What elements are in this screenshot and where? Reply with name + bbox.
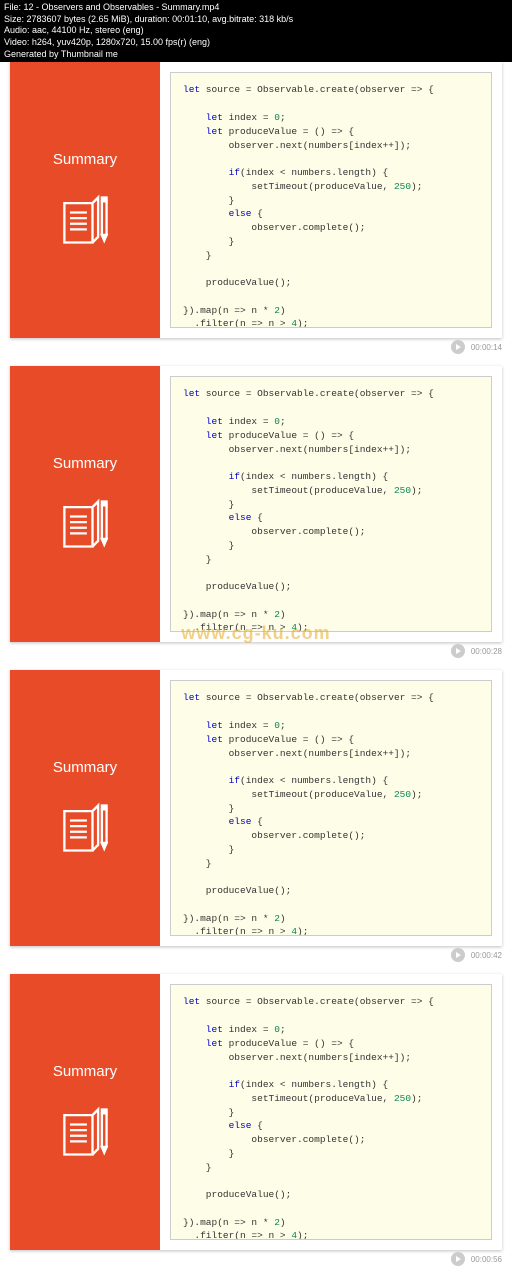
slide-right-panel: let source = Observable.create(observer …: [160, 670, 502, 946]
thumbnail-frame[interactable]: Summary let source = Observable.create(o…: [10, 62, 502, 338]
slide-title: Summary: [53, 455, 117, 472]
thumbnail-frame[interactable]: Summary let source = Observable.create(o…: [10, 670, 502, 946]
code-block: let source = Observable.create(observer …: [170, 376, 492, 632]
slide-right-panel: let source = Observable.create(observer …: [160, 974, 502, 1250]
slide-right-panel: let source = Observable.create(observer …: [160, 62, 502, 338]
notes-icon: [55, 190, 115, 250]
code-block: let source = Observable.create(observer …: [170, 680, 492, 936]
thumbnail-footer: 00:00:42: [0, 946, 512, 966]
slide-left-panel: Summary: [10, 670, 160, 946]
slide-title: Summary: [53, 151, 117, 168]
slide-left-panel: Summary: [10, 366, 160, 642]
meta-line-video: Video: h264, yuv420p, 1280x720, 15.00 fp…: [4, 37, 508, 49]
notes-icon: [55, 494, 115, 554]
slide-title: Summary: [53, 759, 117, 776]
meta-line-size: Size: 2783607 bytes (2.65 MiB), duration…: [4, 14, 508, 26]
play-icon[interactable]: [451, 948, 465, 962]
thumbnail-footer: 00:00:28: [0, 642, 512, 662]
notes-icon: [55, 1102, 115, 1162]
thumbnail-grid: Summary let source = Observable.create(o…: [0, 62, 512, 1270]
timestamp-label: 00:00:14: [471, 343, 502, 352]
meta-line-generator: Generated by Thumbnail me: [4, 49, 508, 61]
thumbnail-footer: 00:00:56: [0, 1250, 512, 1270]
play-icon[interactable]: [451, 1252, 465, 1266]
slide-left-panel: Summary: [10, 974, 160, 1250]
meta-line-audio: Audio: aac, 44100 Hz, stereo (eng): [4, 25, 508, 37]
thumbnail-row: Summary let source = Observable.create(o…: [0, 366, 512, 662]
slide-left-panel: Summary: [10, 62, 160, 338]
thumbnail-row: Summary let source = Observable.create(o…: [0, 62, 512, 358]
code-block: let source = Observable.create(observer …: [170, 984, 492, 1240]
thumbnail-frame[interactable]: Summary let source = Observable.create(o…: [10, 366, 502, 642]
timestamp-label: 00:00:42: [471, 951, 502, 960]
video-metadata-header: File: 12 - Observers and Observables - S…: [0, 0, 512, 62]
timestamp-label: 00:00:28: [471, 647, 502, 656]
thumbnail-frame[interactable]: Summary let source = Observable.create(o…: [10, 974, 502, 1250]
notes-icon: [55, 798, 115, 858]
code-block: let source = Observable.create(observer …: [170, 72, 492, 328]
play-icon[interactable]: [451, 644, 465, 658]
thumbnail-footer: 00:00:14: [0, 338, 512, 358]
meta-line-file: File: 12 - Observers and Observables - S…: [4, 2, 508, 14]
timestamp-label: 00:00:56: [471, 1255, 502, 1264]
play-icon[interactable]: [451, 340, 465, 354]
thumbnail-row: Summary let source = Observable.create(o…: [0, 974, 512, 1270]
slide-right-panel: let source = Observable.create(observer …: [160, 366, 502, 642]
slide-title: Summary: [53, 1063, 117, 1080]
thumbnail-row: Summary let source = Observable.create(o…: [0, 670, 512, 966]
